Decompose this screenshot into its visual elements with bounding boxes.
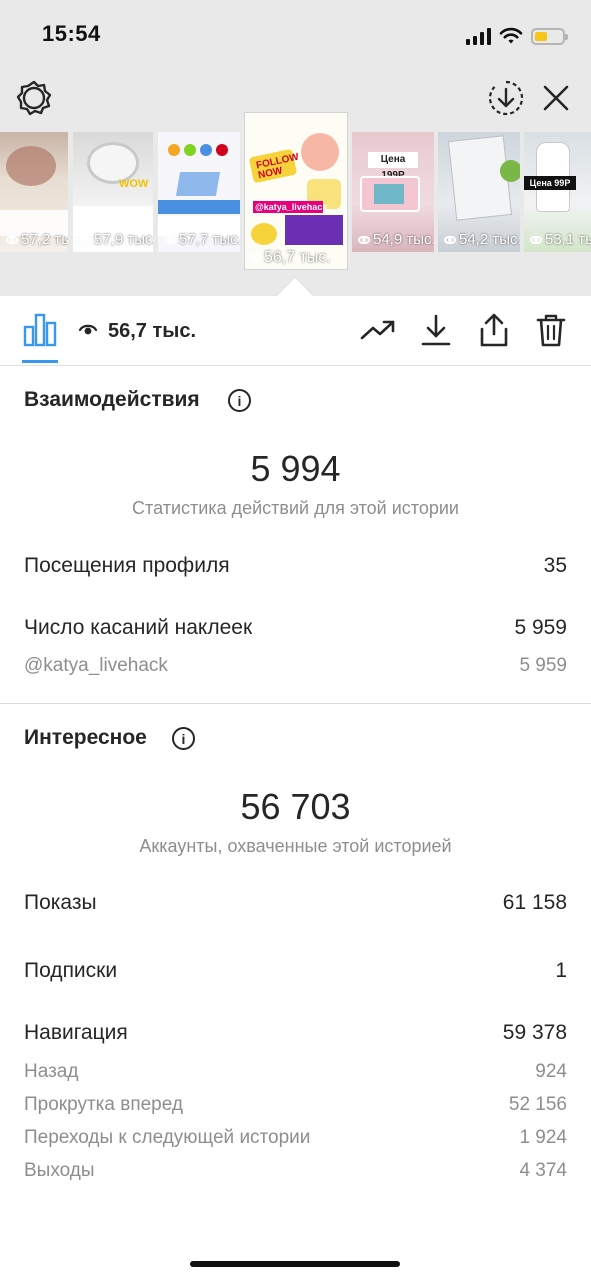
- follows-value: 1: [555, 959, 567, 982]
- nav-next-story-value: 1 924: [519, 1127, 567, 1148]
- info-icon[interactable]: i: [172, 727, 195, 750]
- story-views: 53,1 тыс.: [530, 231, 591, 248]
- story-views: 57,2 тыс.: [6, 231, 68, 248]
- nav-next-story-label: Переходы к следующей истории: [24, 1127, 311, 1148]
- story-thumbnail[interactable]: Цена 99Р 53,1 тыс.: [524, 132, 591, 252]
- download-icon: [421, 314, 451, 346]
- info-icon[interactable]: i: [228, 389, 251, 412]
- status-icons: [466, 24, 568, 48]
- download-button[interactable]: [418, 312, 454, 348]
- close-button[interactable]: [538, 80, 574, 116]
- nav-back-value: 924: [535, 1061, 567, 1082]
- wifi-icon: [499, 27, 523, 44]
- download-circle-icon: [488, 80, 524, 116]
- story-toolbar: 56,7 тыс.: [0, 296, 591, 366]
- story-views: 54,2 тыс.: [444, 231, 520, 248]
- story-thumbnail[interactable]: WOW 57,9 тыс.: [73, 132, 153, 252]
- status-bar: 15:54: [0, 0, 591, 70]
- discovery-title: Интересное: [24, 726, 147, 749]
- battery-icon: [531, 27, 568, 45]
- gear-icon: [16, 80, 52, 116]
- insights-tab[interactable]: [22, 312, 58, 348]
- bar-chart-icon: [23, 313, 57, 347]
- sticker-taps-label: Число касаний наклеек: [24, 616, 253, 639]
- story-thumbnail[interactable]: 57,7 тыс.: [158, 132, 240, 252]
- nav-forward-label: Прокрутка вперед: [24, 1094, 183, 1115]
- story-thumbnail-selected[interactable]: FOLLOW NOW @katya_livehack 56,7 тыс.: [244, 112, 348, 270]
- trending-icon: [360, 320, 395, 340]
- story-thumbnail[interactable]: 54,2 тыс.: [438, 132, 520, 252]
- story-views: 56,7 тыс.: [249, 249, 331, 267]
- signal-icon: [466, 27, 491, 45]
- share-button[interactable]: [476, 312, 512, 348]
- eye-icon: [79, 324, 97, 335]
- sticker-mention-value: 5 959: [519, 655, 567, 676]
- profile-visits-value: 35: [543, 554, 567, 577]
- story-thumbnail[interactable]: 57,2 тыс.: [0, 132, 68, 252]
- interactions-total: 5 994: [250, 448, 341, 489]
- impressions-value: 61 158: [502, 891, 567, 914]
- close-icon: [543, 85, 569, 111]
- views-count[interactable]: 56,7 тыс.: [108, 320, 196, 343]
- discovery-total: 56 703: [240, 786, 351, 827]
- story-views: 54,9 тыс.: [358, 231, 434, 248]
- home-indicator[interactable]: [190, 1261, 400, 1267]
- nav-back-label: Назад: [24, 1061, 79, 1082]
- nav-exits-value: 4 374: [519, 1160, 567, 1181]
- sticker-mention-label[interactable]: @katya_livehack: [24, 655, 168, 677]
- story-thumbnails-strip[interactable]: 57,2 тыс. WOW 57,9 тыс. 57,7 тыс. FOLLOW…: [0, 112, 591, 272]
- status-time: 15:54: [42, 21, 101, 46]
- trash-icon: [536, 314, 566, 347]
- navigation-label: Навигация: [24, 1021, 128, 1044]
- follows-label: Подписки: [24, 959, 118, 982]
- discovery-caption: Аккаунты, охваченные этой историей: [139, 836, 452, 856]
- sticker-taps-value: 5 959: [514, 616, 567, 639]
- nav-forward-value: 52 156: [508, 1094, 567, 1115]
- story-views: 57,9 тыс.: [79, 231, 153, 248]
- profile-visits-label: Посещения профиля: [24, 554, 230, 577]
- impressions-label: Показы: [24, 891, 97, 914]
- story-views: 57,7 тыс.: [164, 231, 240, 248]
- interactions-title: Взаимодействия: [24, 388, 200, 411]
- share-icon: [480, 313, 508, 347]
- nav-exits-label: Выходы: [24, 1160, 95, 1181]
- delete-button[interactable]: [533, 312, 569, 348]
- section-divider: [0, 703, 591, 704]
- active-tab-indicator: [22, 360, 58, 363]
- promote-button[interactable]: [360, 312, 396, 348]
- story-thumbnail[interactable]: Цена 199Р 54,9 тыс.: [352, 132, 434, 252]
- interactions-caption: Статистика действий для этой истории: [132, 498, 459, 518]
- viewers-button[interactable]: [74, 312, 102, 348]
- navigation-value: 59 378: [502, 1021, 567, 1044]
